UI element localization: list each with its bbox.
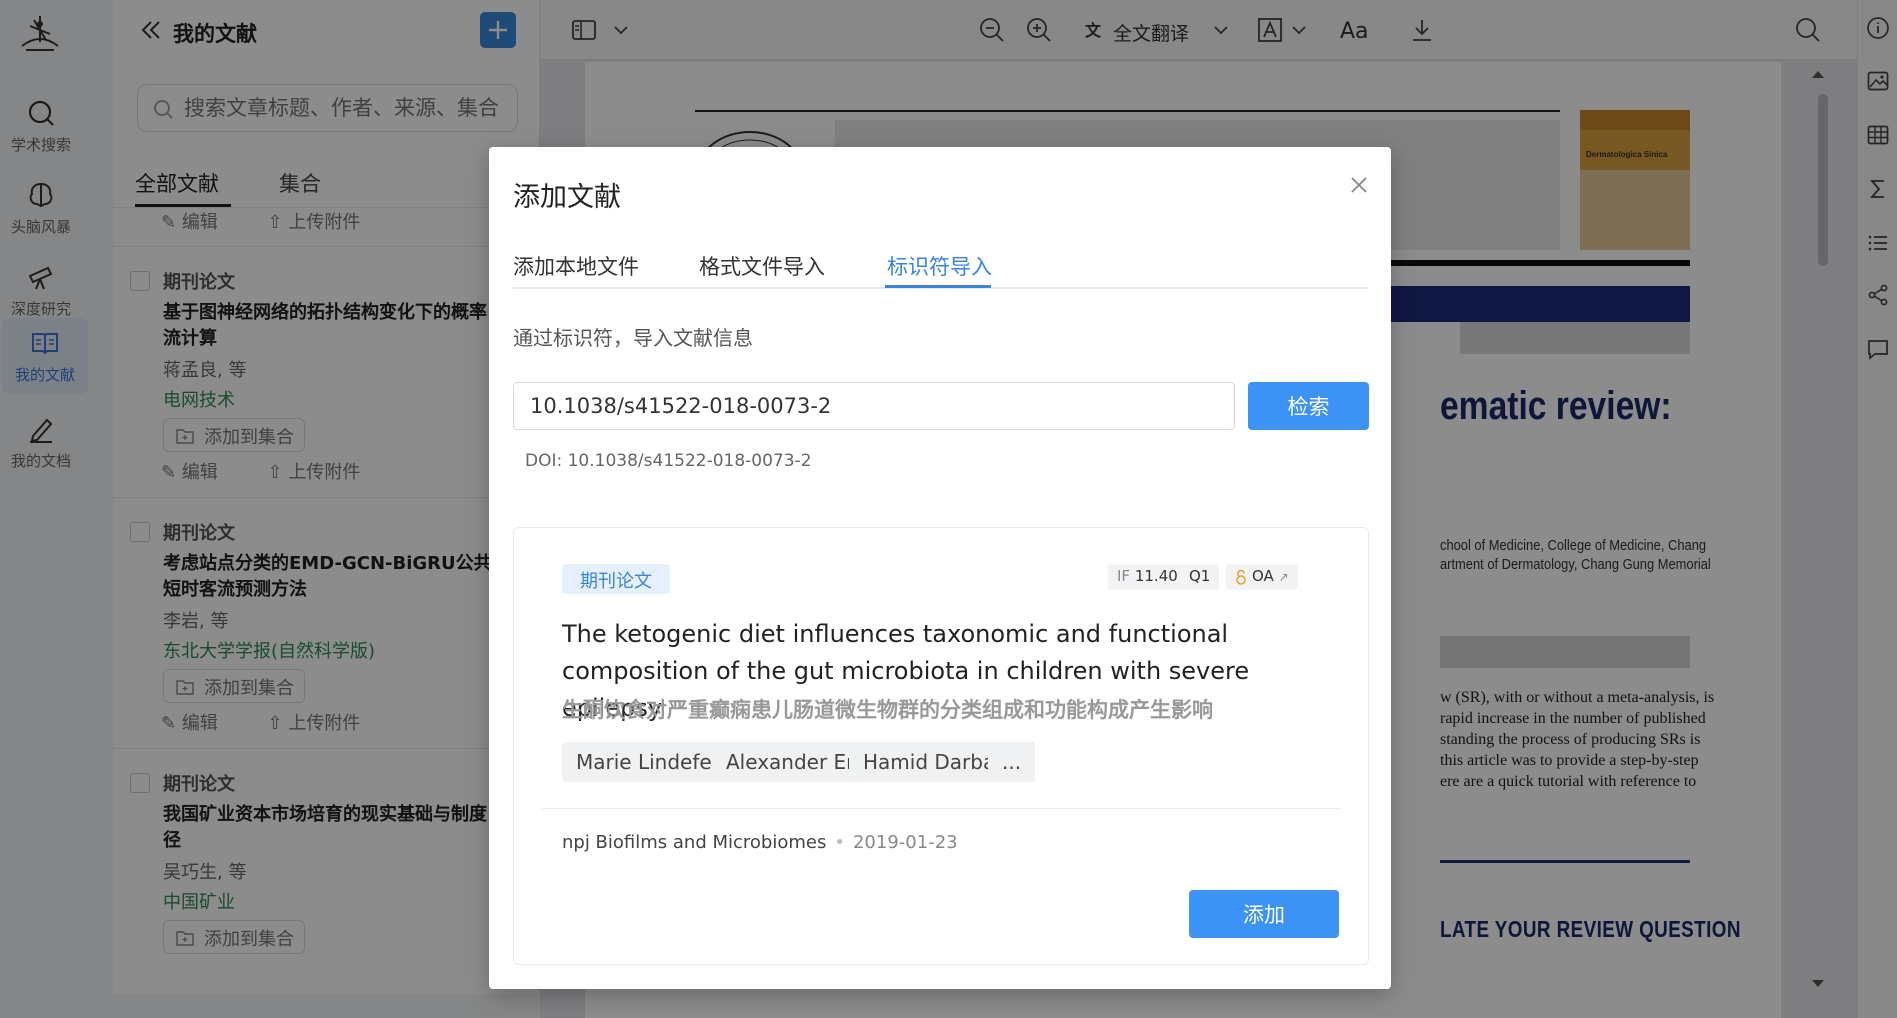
open-access-badge[interactable]: OA ↗ [1226,564,1298,590]
if-label: IF [1117,567,1131,585]
identifier-input[interactable] [513,382,1235,430]
dialog-title: 添加文献 [513,182,621,213]
tab-identifier-import[interactable]: 标识符导入 [887,251,992,281]
journal-name: npj Biofilms and Microbiomes [562,832,827,853]
impact-factor-badge: IF 11.40 [1108,564,1187,590]
divider [542,808,1342,809]
result-journal-info: npj Biofilms and Microbiomes • 2019-01-23 [562,832,958,853]
dialog-tabs: 添加本地文件 格式文件导入 标识符导入 [513,243,1369,289]
more-authors-tag[interactable]: ... [988,742,1036,782]
tab-underline [885,285,991,288]
result-card: 期刊论文 IF 11.40 Q1 OA ↗ The ketogenic diet… [513,527,1369,965]
oa-label: OA [1252,567,1274,585]
close-icon[interactable] [1345,171,1373,199]
quartile-badge: Q1 [1180,564,1220,590]
result-type-badge: 期刊论文 [562,564,670,594]
add-button[interactable]: 添加 [1189,890,1339,938]
doi-hint: DOI: 10.1038/s41522-018-0073-2 [525,451,812,471]
add-literature-dialog: 添加文献 添加本地文件 格式文件导入 标识符导入 通过标识符，导入文献信息 检索… [489,147,1391,989]
publish-date: 2019-01-23 [852,832,958,853]
if-value: 11.40 [1134,567,1178,585]
search-button[interactable]: 检索 [1248,382,1369,430]
result-title-translation: 生酮饮食对严重癫痫患儿肠道微生物群的分类组成和功能构成产生影响 [562,698,1213,722]
oa-lock-icon [1236,569,1246,585]
tab-add-local-file[interactable]: 添加本地文件 [513,251,639,281]
external-link-icon: ↗ [1278,570,1289,584]
tab-format-file-import[interactable]: 格式文件导入 [699,251,825,281]
identifier-description: 通过标识符，导入文献信息 [513,326,753,350]
